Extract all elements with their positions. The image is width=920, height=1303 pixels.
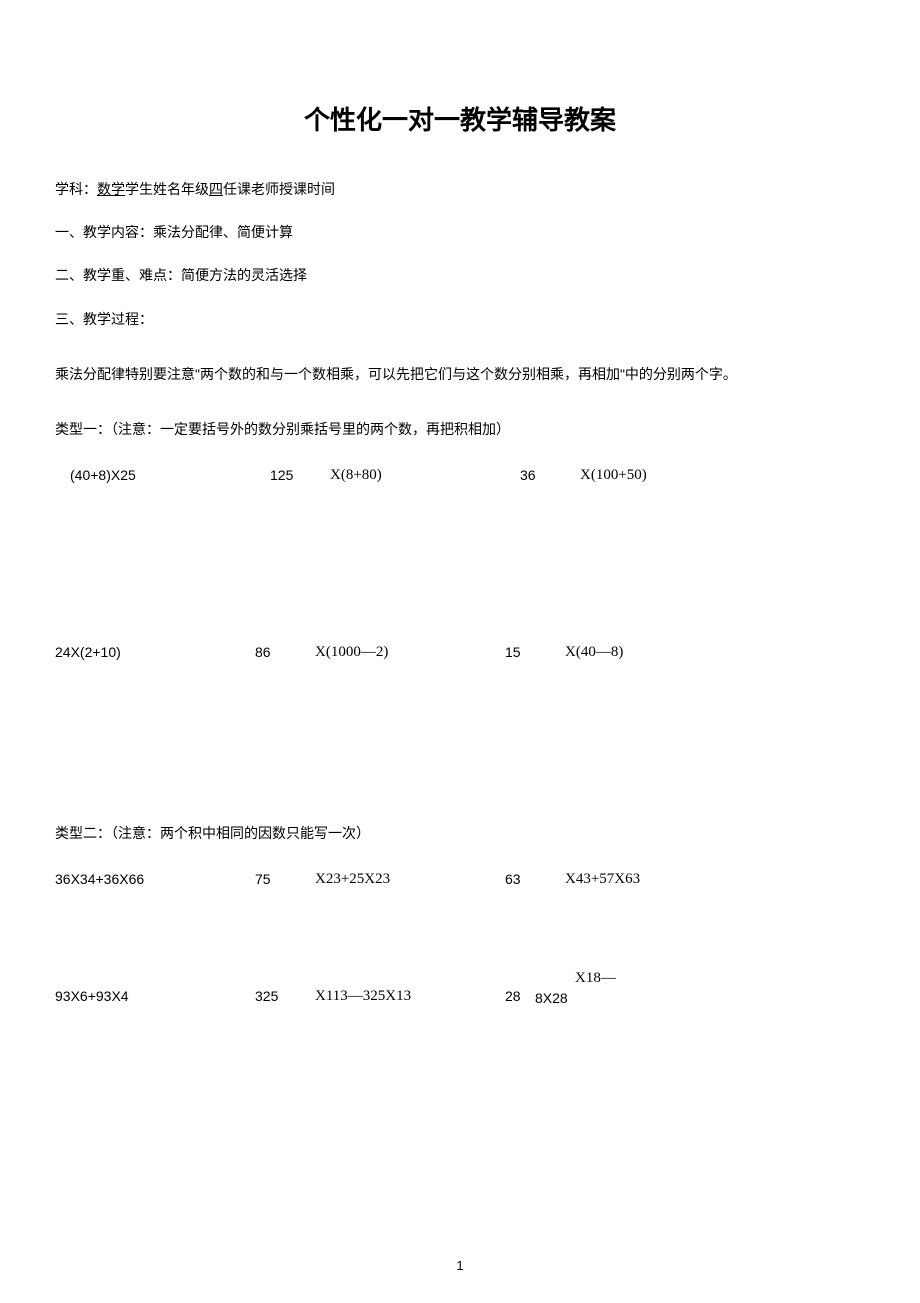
problem-cell: X(100+50) xyxy=(580,467,730,484)
problem-cell: 75 xyxy=(255,871,315,888)
section-2: 二、教学重、难点：简便方法的灵活选择 xyxy=(55,263,865,288)
header-suffix: 学生姓名年级 xyxy=(125,181,209,197)
type2-label: 类型二：（注意：两个积中相同的因数只能写一次） xyxy=(55,821,865,846)
problem-cell: 24X(2+10) xyxy=(55,644,255,661)
problem-cell: 325 xyxy=(255,988,315,1005)
problem-cell: X113—325X13 xyxy=(315,988,505,1005)
problem-row: 93X6+93X4 325 X113—325X13 28 X18— 8X28 xyxy=(55,988,865,1005)
problem-cell: 93X6+93X4 xyxy=(55,988,255,1005)
problem-cell: X(1000—2) xyxy=(315,644,505,661)
problem-cell: 86 xyxy=(255,644,315,661)
problem-cell: 63 xyxy=(505,871,565,888)
stack-top: X18— xyxy=(575,970,616,987)
problem-cell: X(40—8) xyxy=(565,644,715,661)
problem-row: (40+8)X25 125 X(8+80) 36 X(100+50) xyxy=(55,467,865,484)
section-1: 一、教学内容：乘法分配律、简便计算 xyxy=(55,220,865,245)
problem-cell: X(8+80) xyxy=(330,467,520,484)
problem-cell: 36X34+36X66 xyxy=(55,871,255,888)
problem-cell: (40+8)X25 xyxy=(70,467,270,484)
problem-row: 24X(2+10) 86 X(1000—2) 15 X(40—8) xyxy=(55,644,865,661)
problem-cell-stacked: X18— 8X28 xyxy=(535,988,685,1005)
header-grade: 四 xyxy=(209,181,223,197)
problem-row: 36X34+36X66 75 X23+25X23 63 X43+57X63 xyxy=(55,871,865,888)
page-number: 1 xyxy=(0,1258,920,1273)
problem-cell: 28 xyxy=(505,988,535,1005)
section-3: 三、教学过程： xyxy=(55,307,865,332)
stack-bot: 8X28 xyxy=(535,990,568,1006)
problem-cell: 36 xyxy=(520,467,580,484)
header-end: 任课老师授课时间 xyxy=(223,181,335,197)
problem-cell: X43+57X63 xyxy=(565,871,715,888)
header-line: 学科：数学学生姓名年级四任课老师授课时间 xyxy=(55,177,865,202)
page-title: 个性化一对一教学辅导教案 xyxy=(55,100,865,137)
header-subject: 数学 xyxy=(97,181,125,197)
header-prefix: 学科： xyxy=(55,181,97,197)
intro-text: 乘法分配律特别要注意"两个数的和与一个数相乘，可以先把它们与这个数分别相乘，再相… xyxy=(55,362,865,387)
problem-cell: X23+25X23 xyxy=(315,871,505,888)
document-page: 个性化一对一教学辅导教案 学科：数学学生姓名年级四任课老师授课时间 一、教学内容… xyxy=(0,0,920,1205)
problem-cell: 15 xyxy=(505,644,565,661)
type1-label: 类型一：（注意：一定要括号外的数分别乘括号里的两个数，再把积相加） xyxy=(55,417,865,442)
problem-cell: 125 xyxy=(270,467,330,484)
